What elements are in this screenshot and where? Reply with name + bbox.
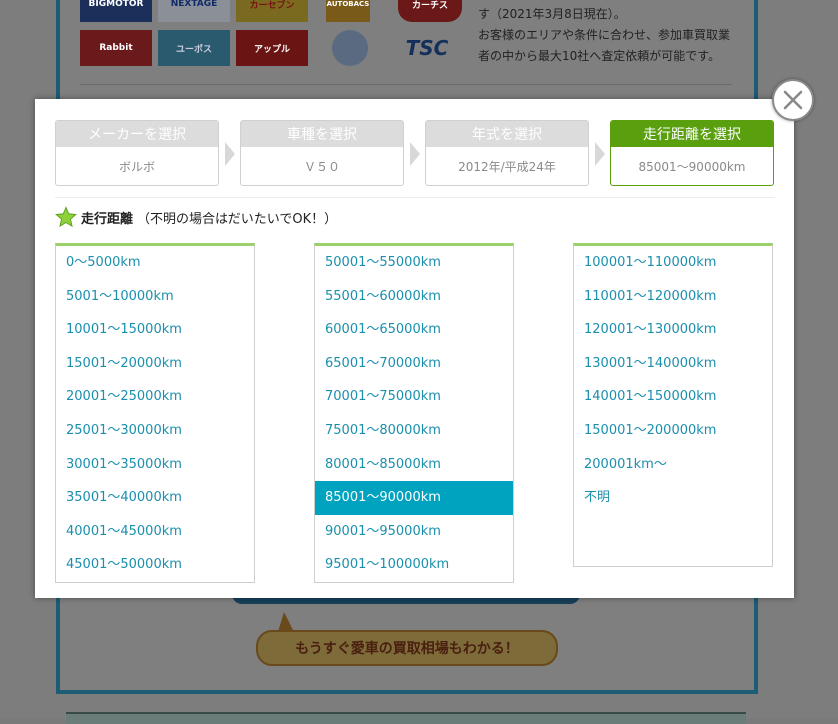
mileage-option[interactable]: 15001～20000km: [56, 347, 254, 381]
mileage-option[interactable]: 60001～65000km: [315, 313, 513, 347]
mileage-option[interactable]: 75001～80000km: [315, 414, 513, 448]
step-model[interactable]: 車種を選択 Ｖ５０: [240, 120, 404, 186]
step-value: 2012年/平成24年: [458, 159, 556, 174]
mileage-option[interactable]: 5001～10000km: [56, 280, 254, 314]
background-bottom-bar: [66, 712, 746, 724]
mileage-option[interactable]: 45001～50000km: [56, 548, 254, 582]
mileage-option[interactable]: 150001～200000km: [574, 414, 772, 448]
mileage-option[interactable]: 10001～15000km: [56, 313, 254, 347]
logo-yupos: ユーポス: [158, 30, 230, 66]
logo-autobacs: AUTOBACS: [326, 0, 370, 22]
step-label: 走行距離を選択: [611, 121, 773, 147]
logo-bigmotor: BIGMOTOR: [80, 0, 152, 22]
mileage-option[interactable]: 140001～150000km: [574, 380, 772, 414]
step-year[interactable]: 年式を選択 2012年/平成24年: [425, 120, 589, 186]
section-heading: 走行距離: [81, 211, 134, 227]
step-arrow-icon: [225, 142, 235, 166]
mileage-option[interactable]: 70001～75000km: [315, 380, 513, 414]
mileage-option[interactable]: 100001～110000km: [574, 246, 772, 280]
speech-bubble: もうすぐ愛車の買取相場もわかる！: [256, 630, 558, 666]
mileage-option[interactable]: 不明: [574, 481, 772, 515]
step-value: 85001～90000km: [638, 159, 746, 174]
logo-nextage: NEXTAGE: [158, 0, 230, 22]
step-mileage[interactable]: 走行距離を選択 85001～90000km: [610, 120, 774, 186]
intro-line: お客様のエリアや条件に合わせ、参加車買取業: [478, 28, 731, 42]
mileage-option-selected[interactable]: 85001～90000km: [315, 481, 513, 515]
logo-emblem: [332, 30, 368, 66]
divider: [55, 197, 775, 198]
step-arrow-icon: [410, 142, 420, 166]
mileage-option[interactable]: 25001～30000km: [56, 414, 254, 448]
mileage-option[interactable]: 90001～95000km: [315, 515, 513, 549]
logo-carchs: カーチス: [398, 0, 462, 22]
mileage-option[interactable]: 50001～55000km: [315, 246, 513, 280]
mileage-option[interactable]: 35001～40000km: [56, 481, 254, 515]
mileage-option[interactable]: 200001km～: [574, 448, 772, 482]
mileage-select-modal: メーカーを選択 ボルボ 車種を選択 Ｖ５０ 年式を選択 2012年/平成24年 …: [35, 99, 794, 598]
step-value: Ｖ５０: [303, 159, 340, 174]
step-label: 年式を選択: [426, 121, 588, 147]
section-note: （不明の場合はだいたいでOK！）: [137, 211, 338, 227]
mileage-option[interactable]: 80001～85000km: [315, 448, 513, 482]
mileage-column-3: 100001～110000km 110001～120000km 120001～1…: [573, 243, 773, 567]
logo-carseven: カーセブン: [236, 0, 308, 22]
intro-line: す（2021年3月8日現在）。: [478, 7, 626, 21]
mileage-option[interactable]: 55001～60000km: [315, 280, 513, 314]
close-button[interactable]: [772, 79, 814, 121]
logo-tsc: TSC: [392, 30, 462, 66]
mileage-option[interactable]: 110001～120000km: [574, 280, 772, 314]
step-arrow-icon: [595, 142, 605, 166]
mileage-option[interactable]: 30001～35000km: [56, 448, 254, 482]
mileage-option[interactable]: 20001～25000km: [56, 380, 254, 414]
mileage-option[interactable]: 95001～100000km: [315, 548, 513, 582]
logo-rabbit: Rabbit: [80, 30, 152, 66]
logo-apple: アップル: [236, 30, 308, 66]
mileage-column-1: 0～5000km 5001～10000km 10001～15000km 1500…: [55, 243, 255, 583]
intro-text: す（2021年3月8日現在）。 お客様のエリアや条件に合わせ、参加車買取業 者の…: [478, 4, 748, 67]
step-maker[interactable]: メーカーを選択 ボルボ: [55, 120, 219, 186]
mileage-option[interactable]: 0～5000km: [56, 246, 254, 280]
step-progress: メーカーを選択 ボルボ 車種を選択 Ｖ５０ 年式を選択 2012年/平成24年 …: [55, 120, 775, 186]
mileage-option[interactable]: 130001～140000km: [574, 347, 772, 381]
mileage-option[interactable]: 40001～45000km: [56, 515, 254, 549]
background-divider: [80, 84, 732, 85]
close-icon: [783, 90, 803, 110]
star-icon: [55, 206, 77, 228]
bubble-tail: [278, 612, 294, 632]
mileage-option[interactable]: 120001～130000km: [574, 313, 772, 347]
step-label: メーカーを選択: [56, 121, 218, 147]
step-label: 車種を選択: [241, 121, 403, 147]
step-value: ボルボ: [118, 159, 155, 174]
mileage-option[interactable]: 65001～70000km: [315, 347, 513, 381]
intro-line: 者の中から最大10社へ査定依頼が可能です。: [478, 49, 721, 63]
section-title: 走行距離 （不明の場合はだいたいでOK！）: [55, 205, 337, 229]
mileage-column-2: 50001～55000km 55001～60000km 60001～65000k…: [314, 243, 514, 583]
